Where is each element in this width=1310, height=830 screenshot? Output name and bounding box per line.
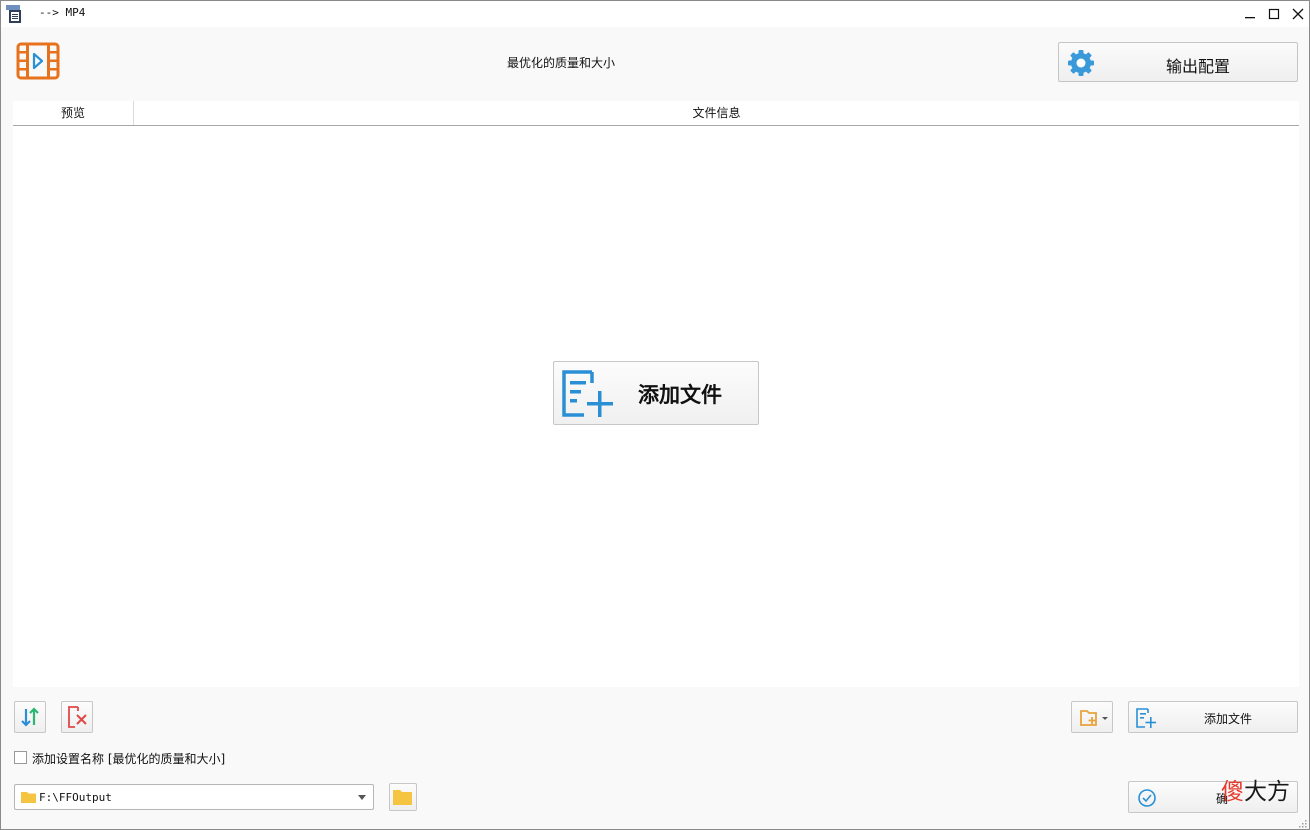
resize-grip-icon[interactable] bbox=[1297, 817, 1307, 828]
video-film-icon bbox=[16, 42, 60, 80]
gear-icon bbox=[1066, 48, 1096, 78]
add-file-icon bbox=[1135, 707, 1157, 729]
column-header-preview[interactable]: 预览 bbox=[13, 101, 134, 125]
output-config-label: 输出配置 bbox=[1165, 57, 1230, 76]
add-file-label: 添加文件 bbox=[1203, 712, 1252, 726]
minimize-icon[interactable] bbox=[1238, 1, 1262, 27]
folder-icon bbox=[21, 791, 37, 804]
chevron-down-icon[interactable] bbox=[358, 795, 366, 800]
folder-icon bbox=[393, 790, 412, 805]
watermark: 傻大方 bbox=[1221, 776, 1290, 808]
add-file-button[interactable]: 添加文件 bbox=[1128, 701, 1298, 733]
preset-title: 最优化的质量和大小 bbox=[506, 56, 615, 70]
watermark-part2: 大方 bbox=[1244, 779, 1290, 805]
main-window: --> MP4 最优化的质量和大小 输出配置 预览 文件信息 添加文件 添加文件… bbox=[0, 0, 1310, 830]
maximize-icon[interactable] bbox=[1262, 1, 1286, 27]
remove-file-button[interactable] bbox=[61, 701, 93, 733]
remove-file-icon bbox=[68, 706, 87, 728]
add-file-center-button[interactable]: 添加文件 bbox=[553, 361, 759, 425]
file-list[interactable]: 预览 文件信息 添加文件 bbox=[13, 101, 1299, 687]
sort-button[interactable] bbox=[14, 701, 46, 733]
column-header-file-info[interactable]: 文件信息 bbox=[134, 101, 1299, 125]
add-folder-button[interactable] bbox=[1071, 701, 1113, 733]
browse-folder-button[interactable] bbox=[389, 783, 417, 811]
output-config-button[interactable]: 输出配置 bbox=[1058, 42, 1298, 82]
add-file-center-label: 添加文件 bbox=[638, 382, 722, 407]
title-bar: --> MP4 bbox=[1, 1, 1309, 27]
add-preset-name-label: 添加设置名称 [最优化的质量和大小] bbox=[32, 752, 226, 766]
file-list-header: 预览 文件信息 bbox=[13, 101, 1299, 126]
check-circle-icon bbox=[1137, 788, 1157, 808]
add-file-icon bbox=[560, 369, 614, 419]
close-icon[interactable] bbox=[1286, 1, 1310, 27]
output-folder-path: F:\FFOutput bbox=[39, 791, 112, 804]
output-folder-select[interactable]: F:\FFOutput bbox=[14, 784, 374, 810]
add-preset-name-checkbox[interactable] bbox=[14, 751, 27, 764]
header: 最优化的质量和大小 输出配置 bbox=[1, 27, 1309, 101]
watermark-part1: 傻 bbox=[1221, 779, 1244, 805]
app-icon[interactable] bbox=[5, 4, 25, 24]
window-title: --> MP4 bbox=[39, 6, 86, 19]
add-folder-icon bbox=[1080, 710, 1108, 726]
sort-icon bbox=[21, 707, 39, 727]
